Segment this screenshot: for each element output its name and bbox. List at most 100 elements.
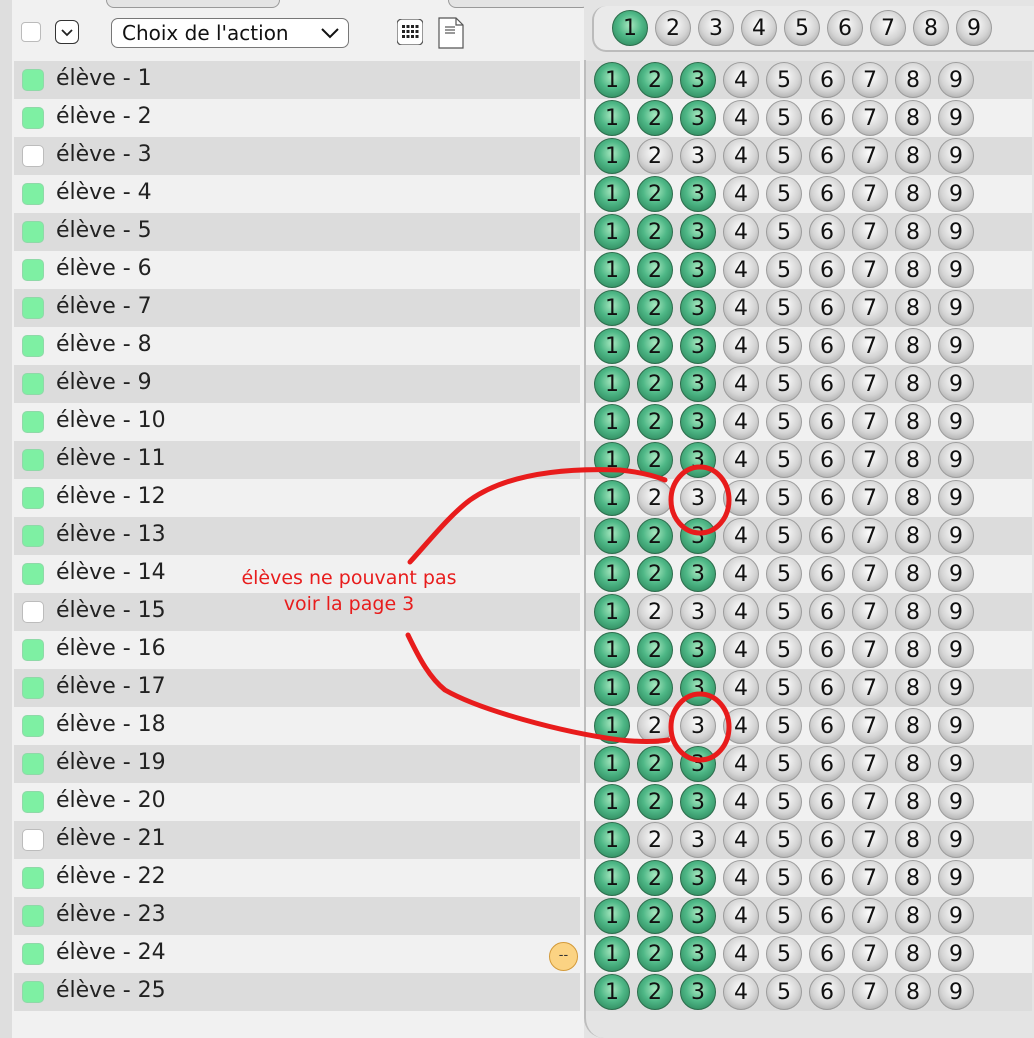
page-toggle-9[interactable]: 9 — [938, 556, 974, 592]
page-toggle-2[interactable]: 2 — [637, 442, 673, 478]
page-toggle-4[interactable]: 4 — [723, 214, 759, 250]
page-toggle-2[interactable]: 2 — [637, 328, 673, 364]
page-toggle-2[interactable]: 2 — [637, 670, 673, 706]
select-all-checkbox[interactable] — [21, 22, 41, 42]
page-toggle-9[interactable]: 9 — [938, 746, 974, 782]
page-toggle-6[interactable]: 6 — [809, 860, 845, 896]
student-row[interactable]: élève - 20 — [14, 783, 580, 821]
page-toggle-3[interactable]: 3 — [680, 708, 716, 744]
page-toggle-5[interactable]: 5 — [766, 328, 802, 364]
page-toggle-1[interactable]: 1 — [594, 708, 630, 744]
page-toggle-5[interactable]: 5 — [766, 214, 802, 250]
header-page-button-8[interactable]: 8 — [913, 10, 949, 46]
page-toggle-4[interactable]: 4 — [723, 252, 759, 288]
page-toggle-9[interactable]: 9 — [938, 100, 974, 136]
page-toggle-2[interactable]: 2 — [637, 974, 673, 1010]
page-toggle-8[interactable]: 8 — [895, 176, 931, 212]
header-page-button-6[interactable]: 6 — [827, 10, 863, 46]
page-toggle-2[interactable]: 2 — [637, 138, 673, 174]
page-toggle-8[interactable]: 8 — [895, 252, 931, 288]
page-toggle-4[interactable]: 4 — [723, 784, 759, 820]
page-toggle-4[interactable]: 4 — [723, 442, 759, 478]
page-toggle-8[interactable]: 8 — [895, 708, 931, 744]
student-checkbox[interactable] — [22, 563, 44, 585]
page-toggle-6[interactable]: 6 — [809, 138, 845, 174]
student-checkbox[interactable] — [22, 259, 44, 281]
page-toggle-5[interactable]: 5 — [766, 290, 802, 326]
student-checkbox[interactable] — [22, 373, 44, 395]
page-toggle-6[interactable]: 6 — [809, 974, 845, 1010]
page-toggle-2[interactable]: 2 — [637, 708, 673, 744]
page-toggle-8[interactable]: 8 — [895, 556, 931, 592]
page-toggle-6[interactable]: 6 — [809, 784, 845, 820]
page-toggle-4[interactable]: 4 — [723, 100, 759, 136]
page-toggle-5[interactable]: 5 — [766, 746, 802, 782]
header-page-button-5[interactable]: 5 — [784, 10, 820, 46]
page-toggle-4[interactable]: 4 — [723, 176, 759, 212]
student-row[interactable]: élève - 19 — [14, 745, 580, 783]
header-page-button-7[interactable]: 7 — [870, 10, 906, 46]
page-toggle-7[interactable]: 7 — [852, 480, 888, 516]
page-toggle-3[interactable]: 3 — [680, 366, 716, 402]
page-toggle-6[interactable]: 6 — [809, 632, 845, 668]
student-checkbox[interactable] — [22, 487, 44, 509]
page-toggle-5[interactable]: 5 — [766, 784, 802, 820]
page-toggle-5[interactable]: 5 — [766, 518, 802, 554]
page-toggle-5[interactable]: 5 — [766, 556, 802, 592]
student-checkbox[interactable] — [22, 335, 44, 357]
student-row[interactable]: élève - 10 — [14, 403, 580, 441]
page-toggle-7[interactable]: 7 — [852, 404, 888, 440]
student-checkbox[interactable] — [22, 753, 44, 775]
page-toggle-3[interactable]: 3 — [680, 898, 716, 934]
page-toggle-1[interactable]: 1 — [594, 632, 630, 668]
page-toggle-1[interactable]: 1 — [594, 594, 630, 630]
page-toggle-2[interactable]: 2 — [637, 518, 673, 554]
page-toggle-4[interactable]: 4 — [723, 138, 759, 174]
student-checkbox[interactable] — [22, 411, 44, 433]
student-row[interactable]: élève - 8 — [14, 327, 580, 365]
student-checkbox[interactable] — [22, 829, 44, 851]
page-toggle-1[interactable]: 1 — [594, 176, 630, 212]
student-checkbox[interactable] — [22, 639, 44, 661]
header-page-button-9[interactable]: 9 — [956, 10, 992, 46]
page-toggle-1[interactable]: 1 — [594, 62, 630, 98]
page-toggle-1[interactable]: 1 — [594, 214, 630, 250]
page-toggle-2[interactable]: 2 — [637, 936, 673, 972]
page-toggle-3[interactable]: 3 — [680, 328, 716, 364]
page-toggle-7[interactable]: 7 — [852, 594, 888, 630]
student-row[interactable]: élève - 3 — [14, 137, 580, 175]
page-toggle-4[interactable]: 4 — [723, 974, 759, 1010]
page-toggle-8[interactable]: 8 — [895, 366, 931, 402]
status-badge[interactable]: -- — [549, 942, 578, 971]
page-toggle-3[interactable]: 3 — [680, 632, 716, 668]
page-toggle-6[interactable]: 6 — [809, 176, 845, 212]
student-row[interactable]: élève - 6 — [14, 251, 580, 289]
page-toggle-1[interactable]: 1 — [594, 860, 630, 896]
page-toggle-7[interactable]: 7 — [852, 62, 888, 98]
page-toggle-9[interactable]: 9 — [938, 252, 974, 288]
page-toggle-5[interactable]: 5 — [766, 632, 802, 668]
page-toggle-9[interactable]: 9 — [938, 974, 974, 1010]
page-toggle-5[interactable]: 5 — [766, 594, 802, 630]
page-toggle-9[interactable]: 9 — [938, 290, 974, 326]
page-toggle-3[interactable]: 3 — [680, 176, 716, 212]
page-toggle-4[interactable]: 4 — [723, 898, 759, 934]
page-toggle-5[interactable]: 5 — [766, 176, 802, 212]
page-toggle-4[interactable]: 4 — [723, 290, 759, 326]
page-toggle-4[interactable]: 4 — [723, 404, 759, 440]
page-toggle-1[interactable]: 1 — [594, 556, 630, 592]
student-row[interactable]: élève - 25 — [14, 973, 580, 1011]
page-toggle-1[interactable]: 1 — [594, 404, 630, 440]
page-toggle-9[interactable]: 9 — [938, 632, 974, 668]
student-checkbox[interactable] — [22, 981, 44, 1003]
page-toggle-3[interactable]: 3 — [680, 138, 716, 174]
page-toggle-1[interactable]: 1 — [594, 518, 630, 554]
page-toggle-6[interactable]: 6 — [809, 898, 845, 934]
grid-icon[interactable] — [397, 19, 423, 45]
page-toggle-2[interactable]: 2 — [637, 746, 673, 782]
page-toggle-8[interactable]: 8 — [895, 936, 931, 972]
page-toggle-5[interactable]: 5 — [766, 708, 802, 744]
page-toggle-7[interactable]: 7 — [852, 556, 888, 592]
page-toggle-2[interactable]: 2 — [637, 822, 673, 858]
page-toggle-3[interactable]: 3 — [680, 746, 716, 782]
